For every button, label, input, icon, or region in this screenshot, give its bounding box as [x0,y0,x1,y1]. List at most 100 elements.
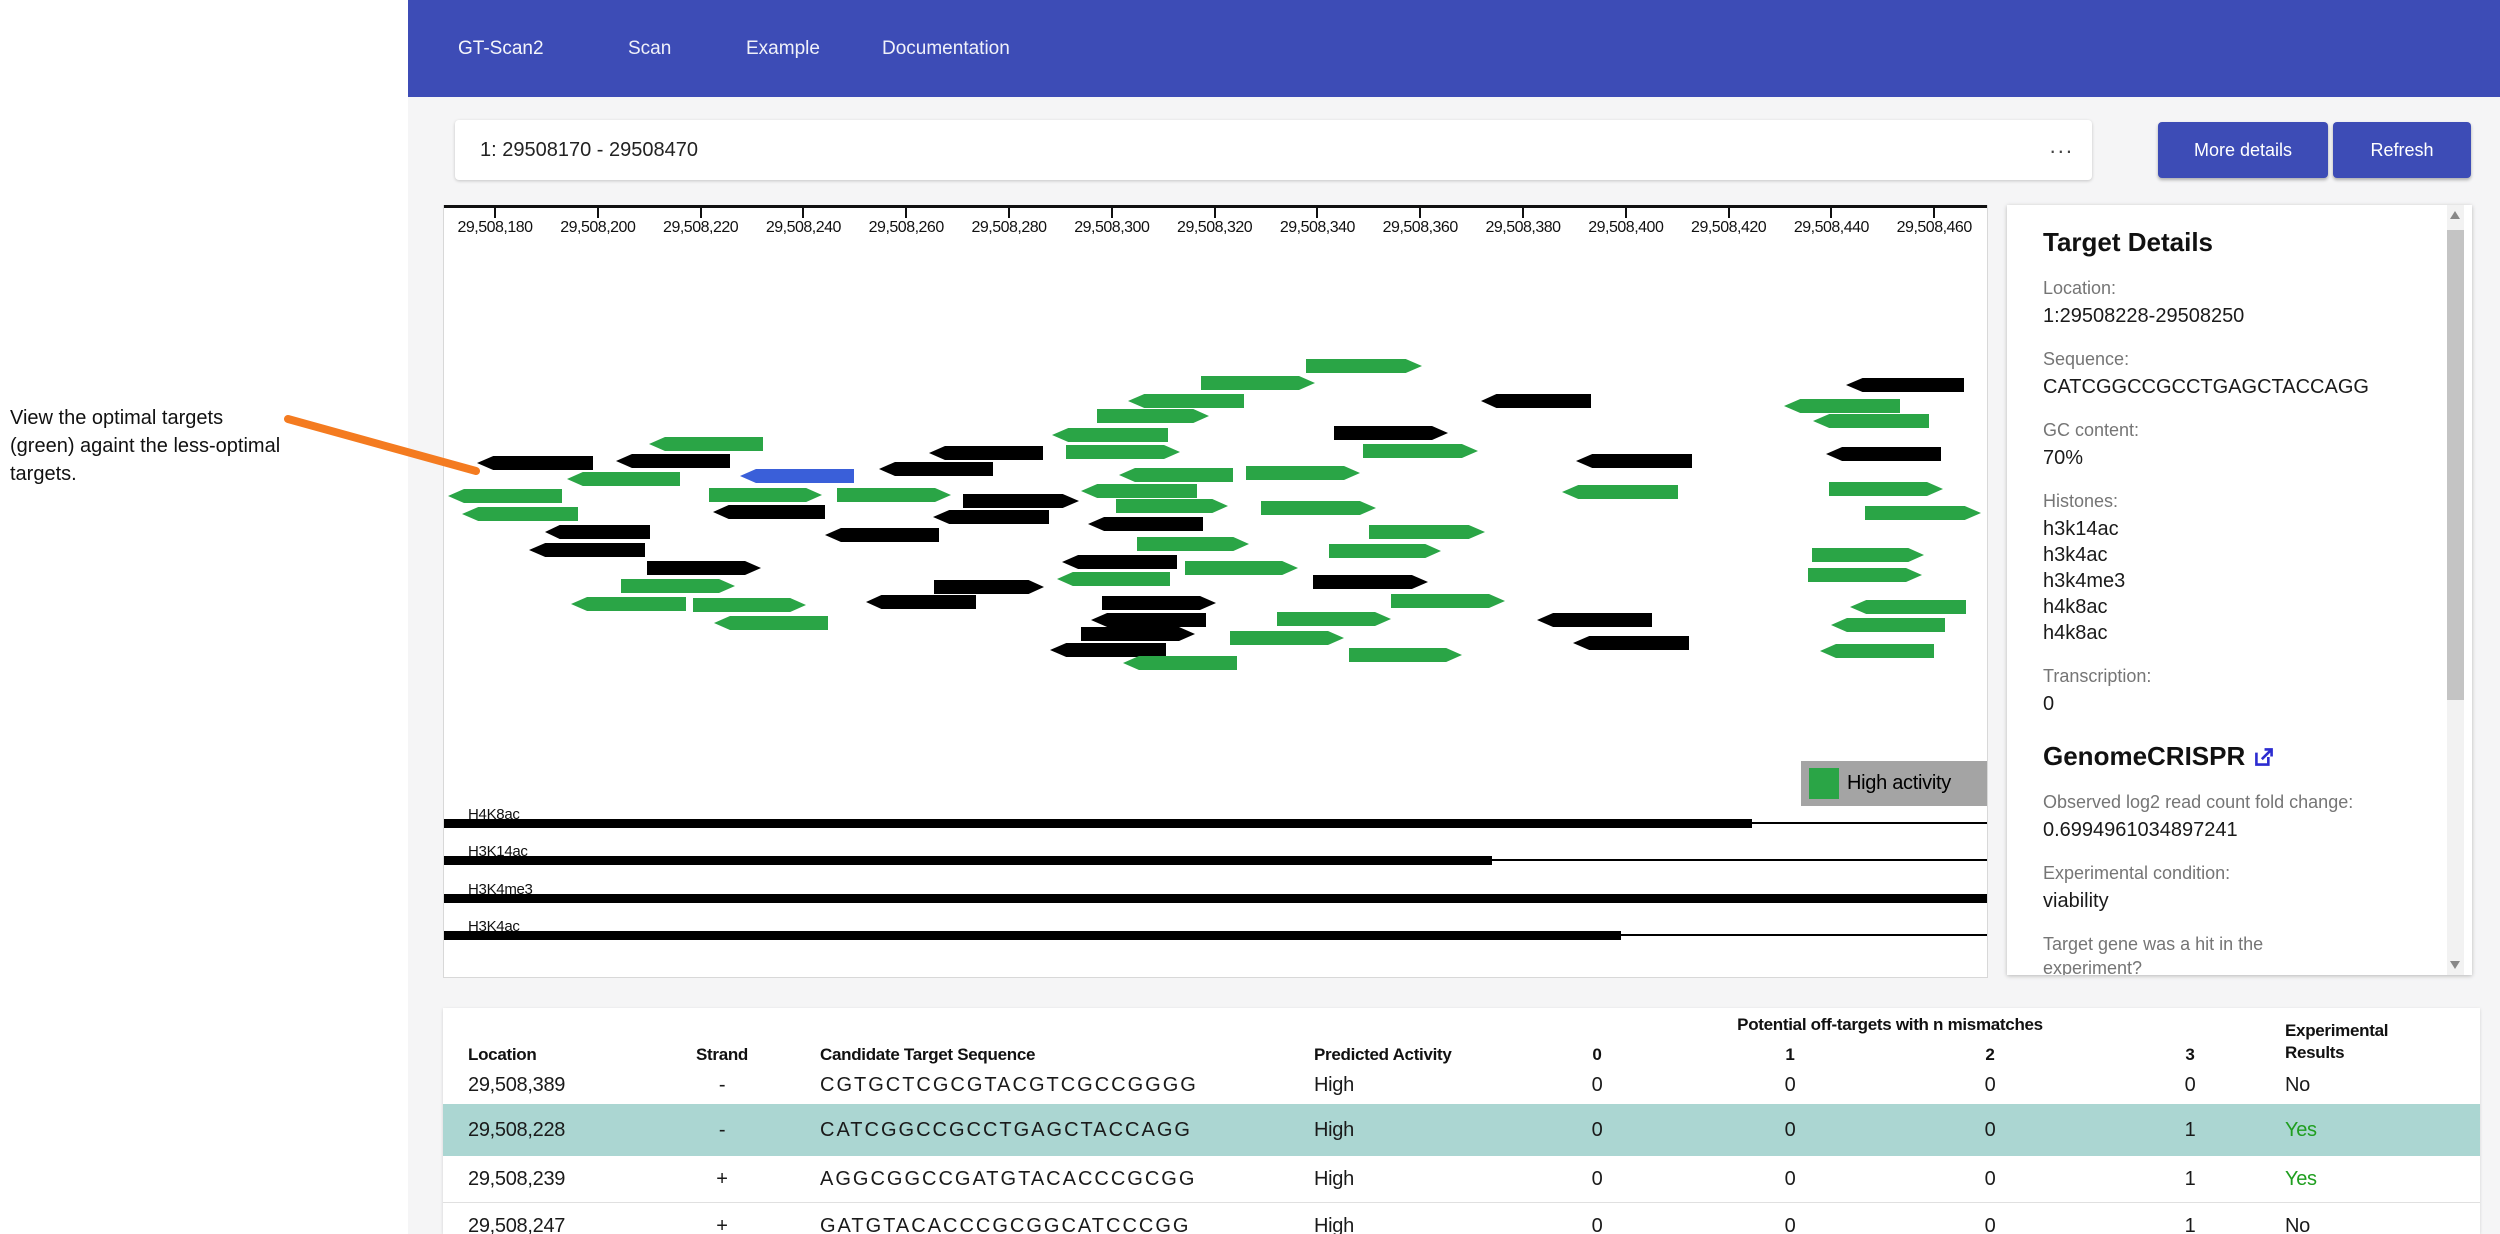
target-arrow[interactable] [1537,613,1652,627]
table-cell: 0 [1785,1203,1796,1234]
target-arrow[interactable] [1137,537,1249,551]
col-header-mm2: 2 [1985,1044,1994,1066]
target-arrow[interactable] [825,528,939,542]
scrollbar-down-arrow-icon[interactable] [2450,961,2460,969]
region-input[interactable]: 1: 29508170 - 29508470 ... [455,120,2092,180]
target-arrow[interactable] [1081,484,1197,498]
target-arrow[interactable] [1826,447,1941,461]
target-arrow[interactable] [545,525,650,539]
target-arrow[interactable] [1846,378,1964,392]
nav-item-example[interactable]: Example [746,0,820,97]
external-link-icon[interactable] [2251,744,2277,770]
target-arrow[interactable] [647,561,761,575]
track-signal-bar [444,931,1621,940]
target-arrow[interactable] [1850,600,1966,614]
target-arrow[interactable] [1808,568,1922,582]
table-cell: Yes [2285,1156,2317,1202]
target-arrow[interactable] [1062,555,1177,569]
target-arrow[interactable] [1066,445,1180,459]
details-scrollbar[interactable] [2447,205,2464,975]
nav-item-scan[interactable]: Scan [628,0,671,97]
scrollbar-thumb[interactable] [2447,230,2464,700]
target-arrow[interactable] [567,472,680,486]
target-arrow[interactable] [1831,618,1945,632]
target-arrow[interactable] [1784,399,1900,413]
target-arrow[interactable] [649,437,763,451]
target-arrow[interactable] [933,510,1049,524]
target-arrow[interactable] [1363,444,1478,458]
target-arrow[interactable] [1562,485,1678,499]
target-arrow[interactable] [1246,466,1360,480]
target-arrow[interactable] [1369,525,1485,539]
nav-brand[interactable]: GT-Scan2 [458,0,544,97]
target-arrow[interactable] [1481,394,1591,408]
target-arrow[interactable] [1349,648,1462,662]
target-arrow[interactable] [1813,414,1929,428]
target-arrow[interactable] [1185,561,1298,575]
target-arrow[interactable] [477,456,593,470]
target-arrow[interactable] [462,507,578,521]
target-arrow[interactable] [1329,544,1441,558]
target-arrow[interactable] [1128,394,1244,408]
target-arrow[interactable] [616,454,730,468]
target-arrow[interactable] [1306,359,1422,373]
target-arrow[interactable] [713,505,825,519]
target-arrow[interactable] [879,462,993,476]
target-arrow[interactable] [866,595,976,609]
table-cell: - [719,1104,725,1156]
target-arrow[interactable] [1576,454,1692,468]
target-arrow[interactable] [621,579,735,593]
target-arrow[interactable] [837,488,951,502]
target-arrow[interactable] [929,446,1043,460]
target-arrow[interactable] [1081,627,1195,641]
target-arrow[interactable] [1812,548,1924,562]
target-arrow[interactable] [1057,572,1170,586]
target-arrow[interactable] [1119,468,1233,482]
nav-item-documentation[interactable]: Documentation [882,0,1010,97]
axis-tick-label: 29,508,200 [560,219,635,237]
col-header-mm0: 0 [1592,1044,1601,1066]
table-row[interactable]: 29,508,389-CGTGCTCGCGTACGTCGCCGGGGHigh00… [443,1066,2480,1104]
target-arrow[interactable] [1116,499,1228,513]
target-arrow[interactable] [934,580,1044,594]
region-menu-dots[interactable]: ... [2050,120,2074,172]
target-arrow[interactable] [1052,428,1168,442]
target-arrow[interactable] [1230,631,1344,645]
table-row[interactable]: 29,508,228-CATCGGCCGCCTGAGCTACCAGGHigh00… [443,1104,2480,1156]
target-arrow[interactable] [709,488,822,502]
target-arrow[interactable] [693,598,806,612]
col-header-strand: Strand [696,1044,748,1066]
target-arrow[interactable] [1313,575,1428,589]
scrollbar-up-arrow-icon[interactable] [2450,211,2460,219]
target-arrow[interactable] [740,469,854,483]
more-details-button[interactable]: More details [2158,122,2328,178]
refresh-button[interactable]: Refresh [2333,122,2471,178]
axis-tick-mark [1522,208,1524,218]
table-cell: No [2285,1066,2310,1104]
target-arrow[interactable] [1123,656,1237,670]
target-arrow[interactable] [1820,644,1934,658]
table-row[interactable]: 29,508,247+GATGTACACCCGCGGCATCCCGGHigh00… [443,1202,2480,1234]
target-arrow[interactable] [963,494,1079,508]
target-arrow[interactable] [1050,643,1166,657]
target-arrow[interactable] [1277,612,1391,626]
table-row[interactable]: 29,508,239+AGGCGGCCGATGTACACCCGCGGHigh00… [443,1156,2480,1202]
target-arrow[interactable] [571,597,686,611]
target-arrow[interactable] [1865,506,1981,520]
target-arrow[interactable] [1334,426,1448,440]
axis-tick-label: 29,508,240 [766,219,841,237]
target-arrow[interactable] [1391,594,1505,608]
table-cell: 0 [1985,1104,1996,1156]
target-arrow[interactable] [1091,613,1206,627]
target-arrow[interactable] [1088,517,1203,531]
target-arrow[interactable] [714,616,828,630]
target-arrow[interactable] [1261,501,1376,515]
target-arrow[interactable] [1573,636,1689,650]
target-arrow[interactable] [1102,596,1216,610]
target-arrow[interactable] [1829,482,1943,496]
target-arrow[interactable] [1201,376,1315,390]
target-arrow[interactable] [448,489,562,503]
results-table: Potential off-targets with n mismatches … [443,1008,2480,1234]
target-arrow[interactable] [1097,409,1209,423]
target-arrow[interactable] [529,543,645,557]
